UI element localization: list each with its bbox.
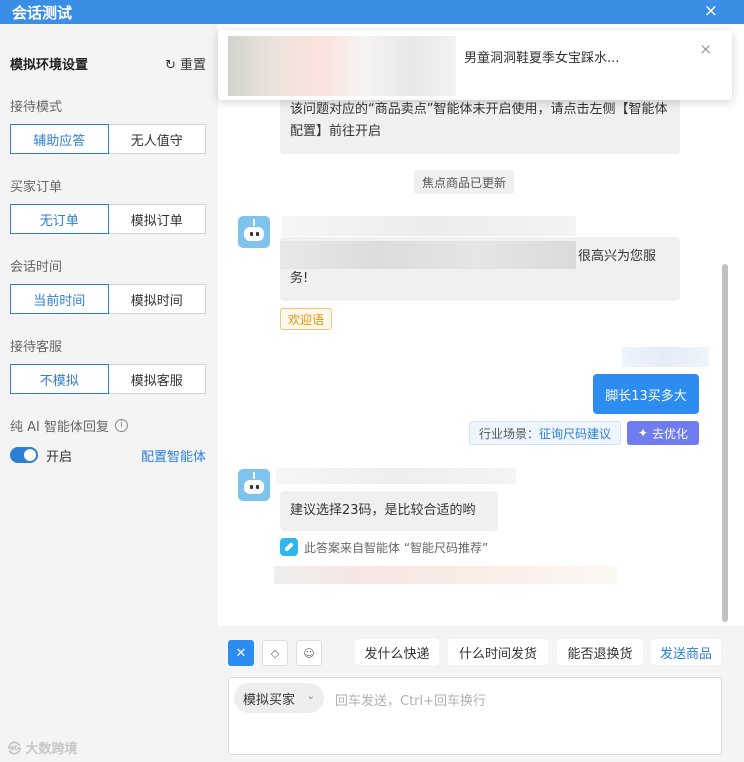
buyer-select[interactable]: 模拟买家 ⌄ <box>234 683 324 713</box>
info-icon[interactable]: i <box>115 419 128 432</box>
product-title: 男童洞洞鞋夏季女宝踩水... <box>464 51 620 66</box>
title-bar: 会话测试 × <box>0 0 744 24</box>
bot-welcome-tail: 很高兴为您服 <box>578 249 657 264</box>
session-time-segment: 当前时间 模拟时间 <box>10 284 206 314</box>
bot-reply-bubble: 建议选择23码，是比较合适的哟 <box>280 491 498 531</box>
buyer-order-label: 买家订单 <box>10 180 63 195</box>
message-placeholder: 回车发送，Ctrl+回车换行 <box>335 694 487 709</box>
user-message-bubble: 脚长13买多大 <box>593 374 699 414</box>
refresh-icon: ↻ <box>164 58 176 73</box>
redacted-footer <box>274 566 618 584</box>
reception-mode-segment: 辅助应答 无人值守 <box>10 124 206 154</box>
product-thumbnail <box>228 36 456 96</box>
session-time-simulate[interactable]: 模拟时间 <box>108 284 206 314</box>
clear-button[interactable]: ✕ <box>228 640 254 666</box>
reception-mode-assist[interactable]: 辅助应答 <box>10 124 109 154</box>
redacted-name-2 <box>276 468 516 484</box>
optimize-button[interactable]: ✦ 去优化 <box>627 421 699 445</box>
chevron-down-icon: ⌄ <box>306 691 315 702</box>
welcome-tag: 欢迎语 <box>280 308 332 330</box>
session-time-label: 会话时间 <box>10 260 63 275</box>
focus-product-updated: 焦点商品已更新 <box>414 170 514 194</box>
industry-scene-badge[interactable]: 行业场景： 征询尺码建议 <box>469 421 621 445</box>
bot-avatar <box>238 216 270 248</box>
bot-avatar-2 <box>238 469 270 501</box>
watermark: ㉿ 大数跨境 <box>8 738 78 757</box>
product-toast: 男童洞洞鞋夏季女宝踩水... × <box>218 30 732 100</box>
settings-title: 模拟环境设置 <box>10 58 89 73</box>
watermark-logo-icon: ㉿ <box>8 742 22 757</box>
window-title: 会话测试 <box>12 4 73 22</box>
reception-mode-label: 接待模式 <box>10 100 63 115</box>
toast-close-icon[interactable]: × <box>699 40 712 58</box>
redacted-text <box>280 241 576 269</box>
close-icon[interactable]: × <box>704 1 718 21</box>
agent-segment: 不模拟 模拟客服 <box>10 364 206 394</box>
buyer-order-none[interactable]: 无订单 <box>10 204 109 234</box>
session-time-current[interactable]: 当前时间 <box>10 284 109 314</box>
agent-disabled-notice-text: 该问题对应的“商品卖点”智能体未开启使用，请点击左侧【智能体配置】前往开启 <box>290 102 668 139</box>
redacted-user-name <box>622 347 709 367</box>
pure-ai-row: 纯 AI 智能体回复 i <box>10 416 128 435</box>
bot-welcome-line2: 务! <box>290 271 309 286</box>
pure-ai-toggle-label: 开启 <box>46 450 73 465</box>
scene-label: 行业场景： <box>478 426 539 441</box>
agent-label: 接待客服 <box>10 340 63 355</box>
answer-source-text: 此答案来自智能体 “智能尺码推荐” <box>304 540 489 555</box>
watermark-text: 大数跨境 <box>25 742 78 757</box>
buyer-select-value: 模拟买家 <box>243 692 296 708</box>
quick-reply-return[interactable]: 能否退换货 <box>557 639 643 665</box>
send-product-button[interactable]: 发送商品 <box>651 639 721 665</box>
agent-simulate[interactable]: 模拟客服 <box>108 364 206 394</box>
scene-value: 征询尺码建议 <box>539 426 612 441</box>
reset-label: 重置 <box>179 58 206 73</box>
buyer-order-simulate[interactable]: 模拟订单 <box>108 204 206 234</box>
reception-mode-unattended[interactable]: 无人值守 <box>108 124 206 154</box>
bot-welcome-bubble: 很高兴为您服 务! <box>280 237 680 301</box>
agent-source-icon <box>280 538 298 556</box>
quick-reply-ship-time[interactable]: 什么时间发货 <box>448 639 548 665</box>
config-agent-link[interactable]: 配置智能体 <box>141 446 206 465</box>
chat-scrollbar[interactable] <box>722 264 728 622</box>
redacted-name <box>282 216 576 236</box>
buyer-order-segment: 无订单 模拟订单 <box>10 204 206 234</box>
reset-button[interactable]: ↻ 重置 <box>165 54 206 73</box>
robot-icon[interactable]: ☺ <box>296 640 322 666</box>
pure-ai-toggle[interactable] <box>10 447 38 463</box>
tag-icon[interactable]: ◇ <box>262 640 288 666</box>
answer-source: 此答案来自智能体 “智能尺码推荐” <box>280 538 488 556</box>
quick-reply-express[interactable]: 发什么快递 <box>355 639 439 665</box>
optimize-label: 去优化 <box>652 426 689 441</box>
pure-ai-label: 纯 AI 智能体回复 <box>10 420 109 435</box>
agent-no-simulate[interactable]: 不模拟 <box>10 364 109 394</box>
magic-wand-icon: ✦ <box>637 426 649 440</box>
